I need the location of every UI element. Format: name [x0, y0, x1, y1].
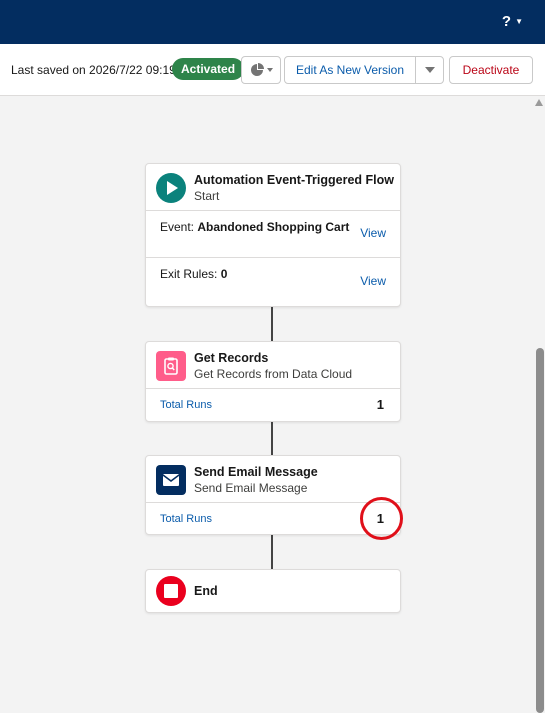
last-saved-text: Last saved on 2026/7/22 09:19 — [11, 63, 176, 77]
get-records-subtitle: Get Records from Data Cloud — [194, 367, 353, 381]
play-icon — [156, 173, 186, 203]
start-node[interactable]: Automation Event-Triggered Flow Start Ev… — [145, 163, 401, 307]
get-records-title: Get Records — [194, 351, 269, 365]
event-value: Abandoned Shopping Cart — [197, 220, 350, 234]
help-icon: ? — [501, 13, 512, 30]
total-runs-link[interactable]: Total Runs — [160, 513, 212, 525]
more-actions-button[interactable] — [415, 56, 444, 84]
flow-connector — [271, 422, 273, 456]
analytics-menu-button[interactable] — [241, 56, 281, 84]
highlight-annotation-circle — [360, 497, 403, 540]
status-badge: Activated — [172, 58, 245, 80]
get-records-header: Get Records Get Records from Data Cloud — [146, 342, 400, 388]
total-runs-value: 1 — [376, 397, 384, 412]
send-email-subtitle: Send Email Message — [194, 481, 308, 495]
edit-as-new-version-button[interactable]: Edit As New Version — [284, 56, 416, 84]
start-event-row: Event: Abandoned Shopping Cart View — [146, 210, 400, 257]
caret-down-icon — [266, 68, 273, 72]
pie-chart-icon — [250, 63, 264, 76]
event-label: Event: Abandoned Shopping Cart — [160, 220, 350, 234]
canvas-scrollbar-thumb[interactable] — [536, 348, 544, 713]
exit-rules-label: Exit Rules: 0 — [160, 267, 228, 281]
start-node-title: Automation Event-Triggered Flow — [194, 173, 395, 187]
exit-rules-value: 0 — [220, 267, 228, 281]
clipboard-search-icon — [156, 351, 186, 381]
get-records-node[interactable]: Get Records Get Records from Data Cloud … — [145, 341, 401, 422]
flow-connector — [271, 307, 273, 341]
help-menu[interactable]: ? ▼ — [502, 13, 523, 30]
exit-rules-view-link[interactable]: View — [360, 274, 386, 288]
flow-toolbar: Last saved on 2026/7/22 09:19 Activated … — [0, 44, 545, 96]
flow-connector — [271, 535, 273, 570]
start-node-header: Automation Event-Triggered Flow Start — [146, 164, 400, 210]
global-header: ? ▼ — [0, 0, 545, 44]
deactivate-button[interactable]: Deactivate — [449, 56, 533, 84]
send-email-title: Send Email Message — [194, 465, 318, 479]
total-runs-link[interactable]: Total Runs — [160, 399, 212, 411]
chevron-down-icon — [424, 67, 435, 73]
envelope-icon — [156, 465, 186, 495]
send-email-header: Send Email Message Send Email Message — [146, 456, 400, 502]
scroll-up-arrow-icon[interactable] — [535, 99, 543, 106]
get-records-runs-row: Total Runs 1 — [146, 388, 400, 422]
caret-down-icon: ▼ — [515, 17, 523, 26]
start-exit-rules-row: Exit Rules: 0 View — [146, 257, 400, 306]
end-node[interactable]: End — [145, 569, 401, 613]
stop-icon — [156, 576, 186, 606]
event-view-link[interactable]: View — [360, 226, 386, 240]
start-node-subtitle: Start — [194, 189, 220, 203]
end-node-title: End — [194, 584, 218, 598]
